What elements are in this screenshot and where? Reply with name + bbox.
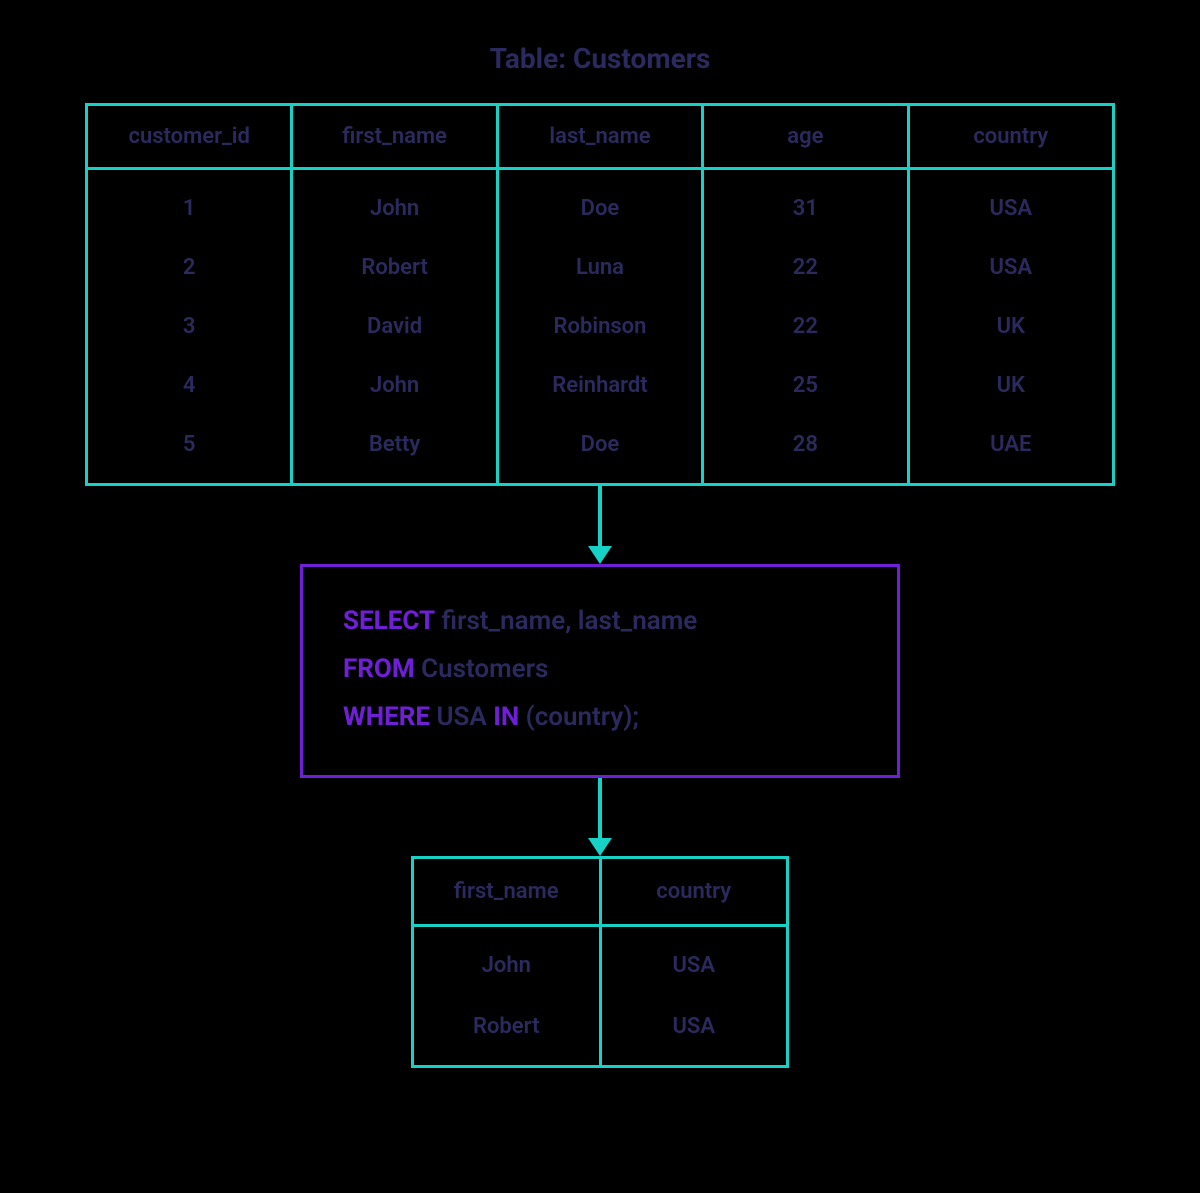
cell: Robinson — [497, 298, 702, 357]
cell: Luna — [497, 239, 702, 298]
cell: 31 — [703, 169, 908, 240]
customers-thead: customer_id first_name last_name age cou… — [87, 105, 1114, 169]
table-row: John USA — [413, 926, 788, 997]
col-header: age — [703, 105, 908, 169]
cell: 22 — [703, 298, 908, 357]
sql-text: (country); — [519, 702, 639, 732]
cell: UK — [908, 357, 1113, 416]
cell: USA — [908, 169, 1113, 240]
sql-keyword: IN — [493, 702, 519, 732]
cell: Reinhardt — [497, 357, 702, 416]
cell: Doe — [497, 169, 702, 240]
table-row: 3 David Robinson 22 UK — [87, 298, 1114, 357]
table-row: 2 Robert Luna 22 USA — [87, 239, 1114, 298]
arrow-down-icon — [578, 778, 622, 856]
cell: Betty — [292, 416, 497, 485]
col-header: customer_id — [87, 105, 292, 169]
customers-tbody: 1 John Doe 31 USA 2 Robert Luna 22 USA 3… — [87, 169, 1114, 485]
sql-text: Customers — [415, 654, 549, 684]
cell: Robert — [413, 996, 601, 1067]
cell: USA — [600, 926, 788, 997]
sql-text: first_name, last_name — [435, 606, 697, 636]
cell: 5 — [87, 416, 292, 485]
diagram-title: Table: Customers — [490, 42, 711, 75]
table-row: Robert USA — [413, 996, 788, 1067]
sql-line: FROM Customers — [343, 645, 857, 693]
cell: Doe — [497, 416, 702, 485]
sql-text: USA — [430, 702, 493, 732]
col-header: country — [908, 105, 1113, 169]
col-header: first_name — [413, 858, 601, 926]
cell: USA — [600, 996, 788, 1067]
result-tbody: John USA Robert USA — [413, 926, 788, 1067]
cell: 3 — [87, 298, 292, 357]
cell: 4 — [87, 357, 292, 416]
cell: USA — [908, 239, 1113, 298]
cell: David — [292, 298, 497, 357]
cell: UAE — [908, 416, 1113, 485]
cell: 2 — [87, 239, 292, 298]
col-header: country — [600, 858, 788, 926]
cell: John — [292, 169, 497, 240]
customers-table: customer_id first_name last_name age cou… — [85, 103, 1115, 486]
cell: UK — [908, 298, 1113, 357]
cell: John — [292, 357, 497, 416]
sql-query-box: SELECT first_name, last_name FROM Custom… — [300, 564, 900, 778]
arrow-down-icon — [578, 486, 622, 564]
cell: John — [413, 926, 601, 997]
sql-line: SELECT first_name, last_name — [343, 597, 857, 645]
cell: 1 — [87, 169, 292, 240]
cell: 25 — [703, 357, 908, 416]
table-row: 5 Betty Doe 28 UAE — [87, 416, 1114, 485]
sql-keyword: FROM — [343, 654, 415, 684]
sql-keyword: SELECT — [343, 606, 435, 636]
sql-keyword: WHERE — [343, 702, 430, 732]
cell: 28 — [703, 416, 908, 485]
cell: 22 — [703, 239, 908, 298]
table-row: 4 John Reinhardt 25 UK — [87, 357, 1114, 416]
sql-line: WHERE USA IN (country); — [343, 693, 857, 741]
result-thead: first_name country — [413, 858, 788, 926]
col-header: first_name — [292, 105, 497, 169]
cell: Robert — [292, 239, 497, 298]
result-table: first_name country John USA Robert USA — [411, 856, 789, 1068]
col-header: last_name — [497, 105, 702, 169]
table-row: 1 John Doe 31 USA — [87, 169, 1114, 240]
